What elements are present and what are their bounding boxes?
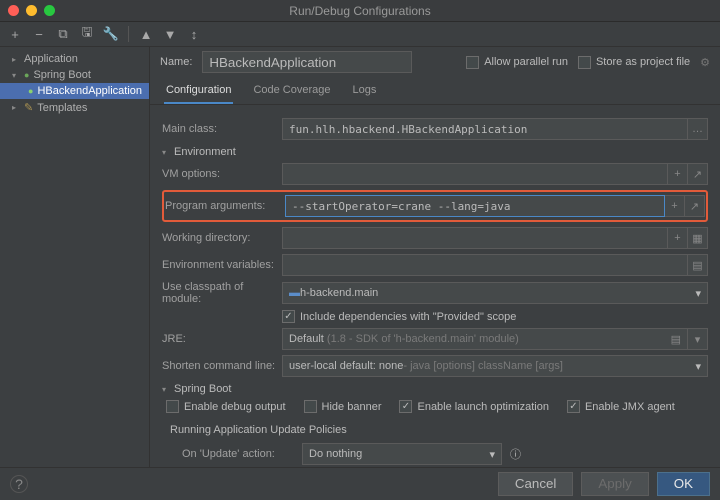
add-icon[interactable]: + — [665, 195, 685, 217]
add-config-icon[interactable]: + — [6, 25, 24, 43]
jre-select[interactable]: Default (1.8 - SDK of 'h-backend.main' m… — [282, 328, 688, 350]
name-bar: Name: Allow parallel run Store as projec… — [150, 47, 720, 77]
expand-field-icon[interactable]: ↗ — [688, 163, 708, 185]
minimize-window-icon[interactable] — [26, 5, 37, 16]
shorten-select[interactable]: user-local default: none - java [options… — [282, 355, 708, 377]
on-update-label: On 'Update' action: — [182, 448, 302, 460]
on-update-select[interactable]: Do nothing▾ — [302, 443, 502, 465]
expand-field-icon[interactable]: ↗ — [685, 195, 705, 217]
shorten-label: Shorten command line: — [162, 360, 282, 372]
allow-parallel-checkbox[interactable]: Allow parallel run — [466, 56, 568, 69]
tree-hbackendapplication[interactable]: ●HBackendApplication — [0, 83, 149, 99]
update-policies-label: Running Application Update Policies — [162, 418, 708, 438]
browse-env-icon[interactable]: ▤ — [688, 254, 708, 276]
tab-logs[interactable]: Logs — [351, 81, 379, 104]
titlebar: Run/Debug Configurations — [0, 0, 720, 22]
tabs: Configuration Code Coverage Logs — [150, 77, 720, 105]
tab-code-coverage[interactable]: Code Coverage — [251, 81, 332, 104]
working-dir-field[interactable] — [282, 227, 668, 249]
tree-label: Templates — [37, 102, 87, 114]
add-icon[interactable]: + — [668, 227, 688, 249]
copy-config-icon[interactable]: ⧉ — [54, 25, 72, 43]
move-up-icon[interactable]: ▲ — [137, 25, 155, 43]
remove-config-icon[interactable]: − — [30, 25, 48, 43]
vm-options-label: VM options: — [162, 168, 282, 180]
toolbar: + − ⧉ 🖫 🔧 ▲ ▼ ↕ — [0, 22, 720, 47]
classpath-select[interactable]: ▬ h-backend.main▾ — [282, 282, 708, 304]
main-class-field[interactable]: fun.hlh.hbackend.HBackendApplication — [282, 118, 688, 140]
maximize-window-icon[interactable] — [44, 5, 55, 16]
add-icon[interactable]: + — [668, 163, 688, 185]
browse-icon[interactable]: ▦ — [688, 227, 708, 249]
form-panel: Main class: fun.hlh.hbackend.HBackendApp… — [150, 105, 720, 467]
name-label: Name: — [160, 56, 192, 68]
program-args-highlight: Program arguments: --startOperator=crane… — [162, 190, 708, 222]
program-args-field[interactable]: --startOperator=crane --lang=java — [285, 195, 665, 217]
enable-debug-checkbox[interactable]: Enable debug output — [166, 400, 286, 413]
name-input[interactable] — [202, 51, 412, 73]
tree-application[interactable]: ▸Application — [0, 51, 149, 67]
window-title: Run/Debug Configurations — [0, 4, 720, 18]
working-dir-label: Working directory: — [162, 232, 282, 244]
env-vars-label: Environment variables: — [162, 259, 282, 271]
config-tree: ▸Application ▾●Spring Boot ●HBackendAppl… — [0, 47, 150, 467]
classpath-label: Use classpath of module: — [162, 281, 282, 305]
move-down-icon[interactable]: ▼ — [161, 25, 179, 43]
tree-label: Spring Boot — [33, 69, 90, 81]
program-args-label: Program arguments: — [165, 200, 285, 212]
wrench-icon[interactable]: 🔧 — [102, 25, 120, 43]
save-template-icon[interactable]: 🖫 — [78, 25, 96, 43]
browse-class-button[interactable]: … — [688, 118, 708, 140]
traffic-lights — [8, 5, 55, 16]
ok-button[interactable]: OK — [657, 472, 710, 496]
tree-label: HBackendApplication — [37, 85, 142, 97]
help-button[interactable]: ? — [10, 475, 28, 493]
gear-icon[interactable]: ⚙ — [700, 56, 710, 69]
close-window-icon[interactable] — [8, 5, 19, 16]
hide-banner-checkbox[interactable]: Hide banner — [304, 400, 382, 413]
environment-section[interactable]: ▾Environment — [162, 146, 708, 158]
tab-configuration[interactable]: Configuration — [164, 81, 233, 104]
jre-label: JRE: — [162, 333, 282, 345]
tree-templates[interactable]: ▸✎Templates — [0, 99, 149, 116]
vm-options-field[interactable] — [282, 163, 668, 185]
env-vars-field[interactable] — [282, 254, 688, 276]
help-icon[interactable]: ⓘ — [510, 446, 521, 462]
enable-launch-checkbox[interactable]: ✓Enable launch optimization — [399, 400, 548, 413]
tree-springboot[interactable]: ▾●Spring Boot — [0, 67, 149, 83]
footer: ? Cancel Apply OK — [0, 467, 720, 499]
store-project-checkbox[interactable]: Store as project file — [578, 56, 690, 69]
cancel-button[interactable]: Cancel — [498, 472, 574, 496]
expand-icon[interactable]: ↕ — [185, 25, 203, 43]
tree-label: Application — [24, 53, 78, 65]
enable-jmx-checkbox[interactable]: ✓Enable JMX agent — [567, 400, 675, 413]
main-class-label: Main class: — [162, 123, 282, 135]
jre-dropdown-icon[interactable]: ▾ — [688, 328, 708, 350]
separator — [128, 26, 129, 42]
apply-button[interactable]: Apply — [581, 472, 648, 496]
include-deps-checkbox[interactable]: ✓Include dependencies with "Provided" sc… — [282, 310, 516, 323]
springboot-section[interactable]: ▾Spring Boot — [162, 383, 708, 395]
